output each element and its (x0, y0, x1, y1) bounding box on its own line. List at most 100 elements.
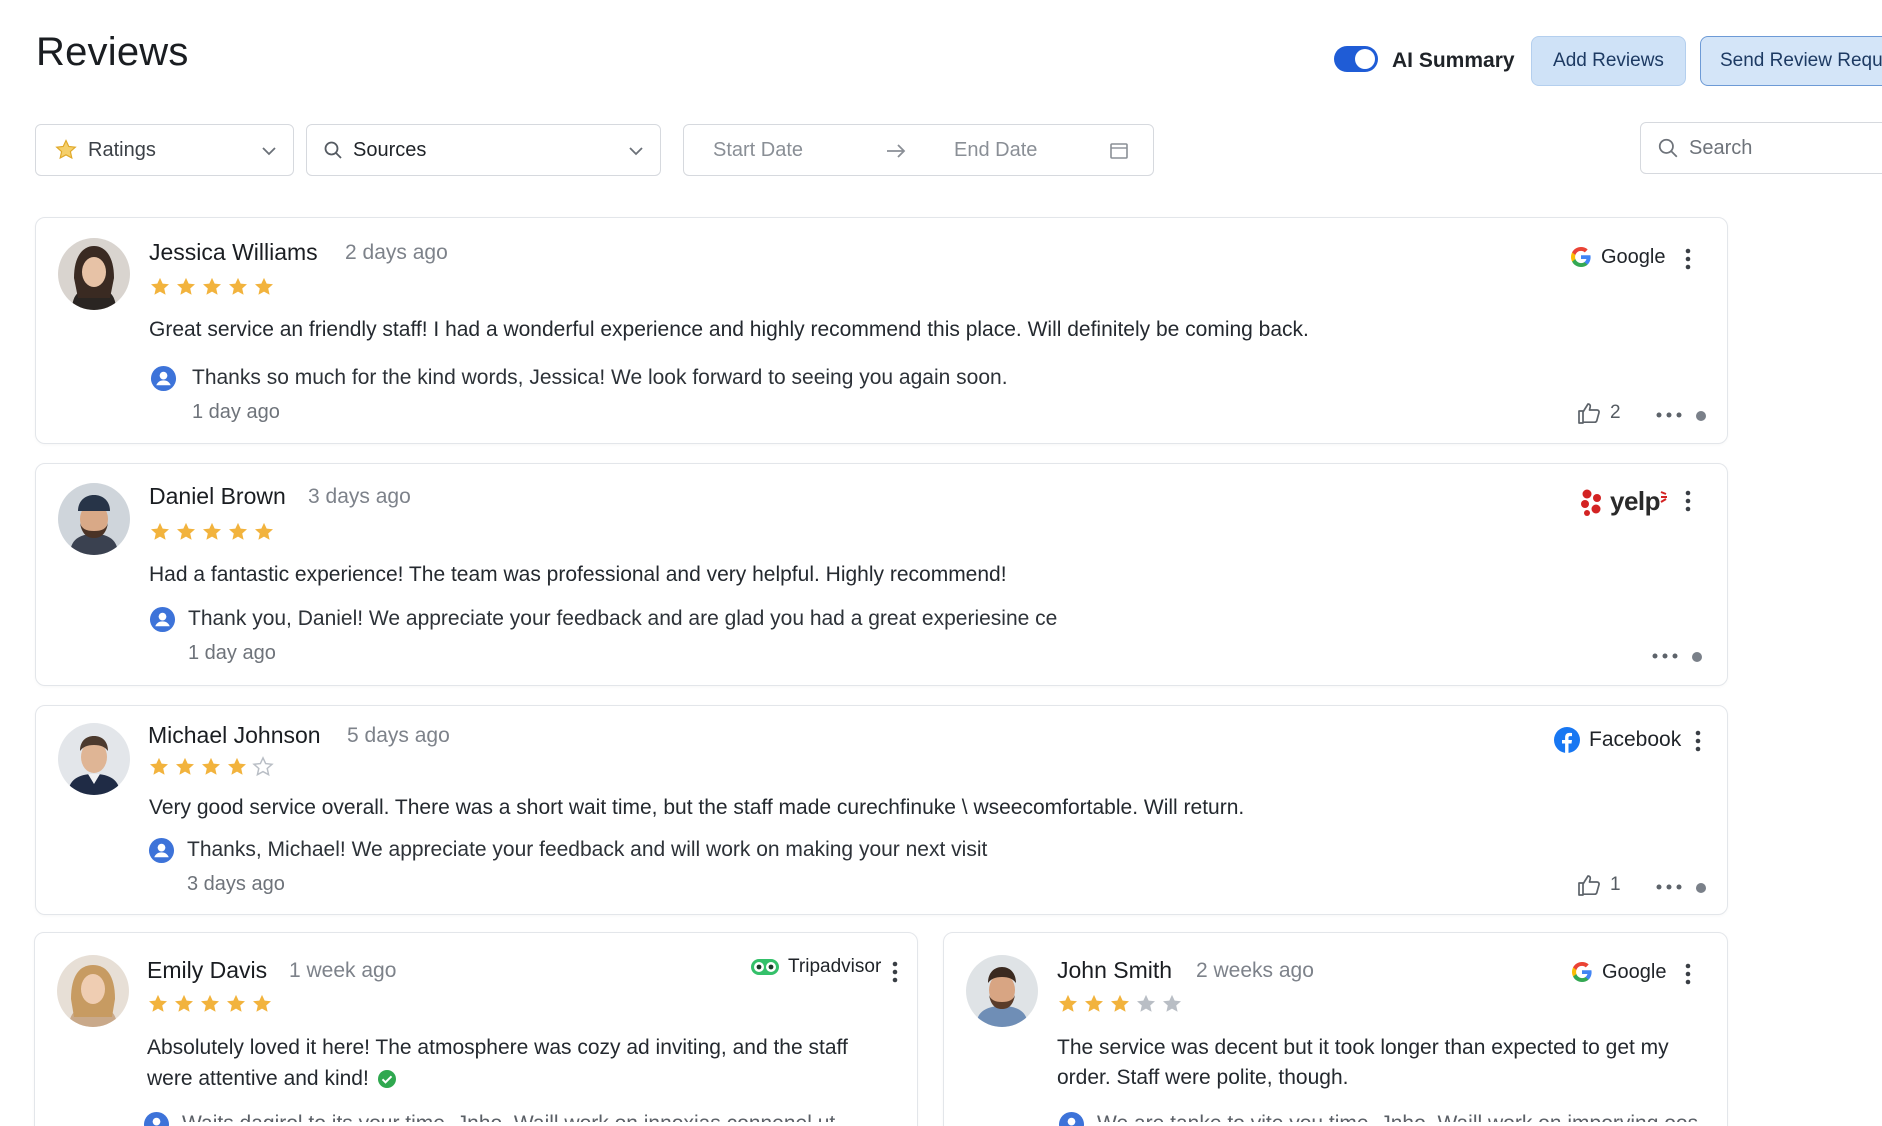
end-date-input[interactable]: End Date (954, 139, 1037, 162)
search-icon (323, 140, 343, 160)
avatar (58, 723, 130, 795)
date-range-picker[interactable]: Start Date End Date (683, 124, 1154, 176)
star-icon (174, 756, 196, 778)
business-reply-icon (143, 1111, 170, 1126)
star-icon (253, 276, 275, 298)
status-dot (1696, 883, 1706, 893)
more-horizontal-icon[interactable] (1652, 653, 1678, 659)
star-icon (227, 521, 249, 543)
like-count: 2 (1610, 402, 1621, 423)
star-icon (148, 756, 170, 778)
star-icon (1083, 993, 1105, 1015)
star-icon (1109, 993, 1131, 1015)
google-icon (1569, 245, 1593, 269)
reply-text: Thank you, Daniel! We appreciate your fe… (188, 607, 1058, 630)
yelp-burst-icon (1660, 490, 1668, 503)
review-time: 2 days ago (345, 241, 448, 264)
more-vertical-icon[interactable] (1695, 730, 1701, 752)
thumbs-up-icon (1576, 872, 1602, 898)
start-date-input[interactable]: Start Date (713, 139, 803, 162)
more-vertical-icon[interactable] (1685, 963, 1691, 985)
more-vertical-icon[interactable] (892, 961, 898, 983)
source-google[interactable]: Google (1570, 960, 1667, 984)
business-reply-icon (149, 606, 176, 633)
review-time: 5 days ago (347, 724, 450, 747)
business-reply-icon (1058, 1111, 1085, 1126)
business-reply-icon (148, 837, 175, 864)
review-text-line-1: The service was decent but it took longe… (1057, 1036, 1669, 1059)
more-horizontal-icon[interactable] (1656, 884, 1682, 890)
chevron-down-icon (259, 141, 279, 167)
star-icon (173, 993, 195, 1015)
reply-text-partial: We are tanke to vite you time. Jnho. Wai… (1097, 1112, 1717, 1122)
avatar (966, 955, 1038, 1027)
more-vertical-icon[interactable] (1685, 490, 1691, 512)
reply-time: 1 day ago (192, 401, 280, 423)
calendar-icon[interactable] (1109, 141, 1129, 167)
avatar (58, 238, 130, 310)
avatar (57, 955, 129, 1027)
tripadvisor-icon (751, 959, 779, 975)
like-count: 1 (1610, 874, 1621, 895)
search-icon (1657, 137, 1679, 159)
review-text: Had a fantastic experience! The team was… (149, 563, 1007, 586)
star-icon (226, 756, 248, 778)
source-tripadvisor[interactable]: Tripadvisor (750, 956, 881, 978)
review-text-line-1: Absolutely loved it here! The atmosphere… (147, 1036, 848, 1059)
star-rating (149, 276, 275, 298)
source-label: Google (1602, 960, 1667, 983)
sources-dropdown[interactable]: Sources (306, 124, 661, 176)
ratings-label: Ratings (88, 138, 156, 161)
review-text: Very good service overall. There was a s… (149, 796, 1245, 819)
page-title: Reviews (36, 30, 189, 74)
status-dot (1692, 652, 1702, 662)
reviewer-name: Michael Johnson (148, 722, 321, 748)
review-card: Emily Davis 1 week ago Absolutely loved … (34, 932, 918, 1126)
star-icon (201, 276, 223, 298)
star-icon (200, 756, 222, 778)
thumbs-up-icon (1576, 400, 1602, 426)
review-card: Michael Johnson 5 days ago Very good ser… (35, 705, 1728, 915)
reply-text-partial: Waits dagirol to its your time. Jnho. Wa… (182, 1112, 902, 1122)
star-icon (225, 993, 247, 1015)
review-time: 1 week ago (289, 959, 397, 982)
source-yelp[interactable]: yelp (1578, 486, 1668, 517)
star-icon (54, 138, 78, 162)
star-icon (1161, 993, 1183, 1015)
review-time: 2 weeks ago (1196, 959, 1314, 982)
search-field[interactable]: Search (1640, 122, 1882, 174)
star-icon (201, 521, 223, 543)
send-review-request-button[interactable]: Send Review Requ (1700, 36, 1882, 86)
add-reviews-button[interactable]: Add Reviews (1531, 36, 1686, 86)
source-google[interactable]: Google (1569, 245, 1666, 269)
facebook-icon (1554, 727, 1580, 753)
ratings-dropdown[interactable]: Ratings (35, 124, 294, 176)
review-text-line-2: were attentive and kind! (147, 1067, 369, 1090)
star-icon (252, 756, 274, 778)
star-icon (251, 993, 273, 1015)
star-icon (175, 521, 197, 543)
reply-time: 1 day ago (188, 642, 276, 664)
review-card: John Smith 2 weeks ago The service was d… (943, 932, 1728, 1126)
review-card: Jessica Williams 2 days ago Great servic… (35, 217, 1728, 444)
star-icon (227, 276, 249, 298)
ai-summary-toggle[interactable] (1334, 46, 1378, 72)
star-icon (149, 276, 171, 298)
review-card: Daniel Brown 3 days ago Had a fantastic … (35, 463, 1728, 686)
more-vertical-icon[interactable] (1685, 248, 1691, 270)
source-facebook[interactable]: Facebook (1553, 726, 1681, 754)
reviewer-name: John Smith (1057, 957, 1173, 983)
chevron-down-icon (626, 141, 646, 167)
source-label: Facebook (1589, 728, 1682, 751)
more-horizontal-icon[interactable] (1656, 412, 1682, 418)
star-icon (1057, 993, 1079, 1015)
search-placeholder[interactable]: Search (1689, 137, 1752, 160)
toggle-knob (1355, 49, 1375, 69)
star-rating (1057, 993, 1183, 1015)
like-button[interactable]: 2 (1576, 400, 1621, 426)
status-dot (1696, 411, 1706, 421)
like-button[interactable]: 1 (1576, 872, 1621, 898)
star-icon (149, 521, 171, 543)
reviewer-name: Emily Davis (147, 957, 268, 983)
verified-check-icon (377, 1069, 396, 1088)
